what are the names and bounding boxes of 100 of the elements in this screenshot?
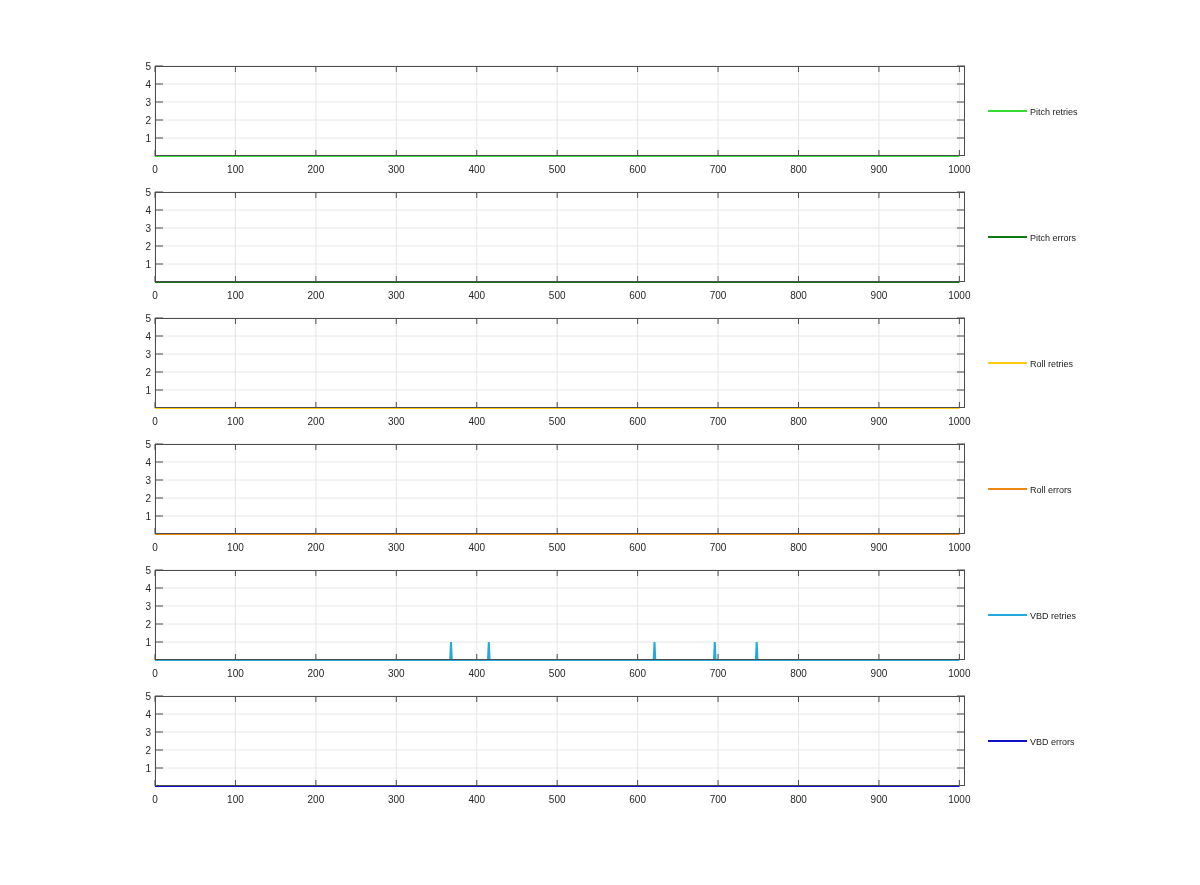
tick-label: 4 xyxy=(145,456,151,468)
tick-label: 3 xyxy=(145,348,151,360)
tick-label: 3 xyxy=(145,96,151,108)
tick-label: 600 xyxy=(629,416,646,427)
tick-label: 800 xyxy=(790,668,807,679)
tick-label: 5 xyxy=(145,690,151,702)
tick-label: 5 xyxy=(145,186,151,198)
tick-label: 700 xyxy=(709,290,727,301)
tick-label: 200 xyxy=(307,416,325,427)
tick-label: 800 xyxy=(790,416,807,427)
tick-label: 400 xyxy=(468,164,486,175)
tick-label: 900 xyxy=(870,668,888,679)
tick-label: 0 xyxy=(152,668,158,679)
tick-label: 4 xyxy=(145,582,151,594)
legend-line-icon xyxy=(987,236,1028,238)
tick-label: 0 xyxy=(152,164,158,175)
tick-label: 800 xyxy=(790,164,807,175)
legend-line-icon xyxy=(987,614,1028,616)
tick-label: 4 xyxy=(145,78,151,90)
tick-label: 900 xyxy=(870,542,888,553)
tick-label: 0 xyxy=(152,290,158,301)
tick-label: 0 xyxy=(152,416,158,427)
tick-label: 900 xyxy=(870,290,888,301)
tick-label: 2 xyxy=(145,744,151,756)
legend-label: Roll errors xyxy=(1030,484,1072,495)
legend-label: Pitch retries xyxy=(1030,106,1078,117)
tick-label: 5 xyxy=(145,312,151,324)
tick-label: 500 xyxy=(548,668,566,679)
tick-label: 1000 xyxy=(948,164,971,175)
tick-label: 700 xyxy=(709,668,727,679)
tick-label: 2 xyxy=(145,492,151,504)
tick-label: 5 xyxy=(145,60,151,72)
tick-label: 600 xyxy=(629,290,646,301)
tick-label: 400 xyxy=(468,542,486,553)
tick-label: 900 xyxy=(870,416,888,427)
legend-line-icon xyxy=(987,110,1028,112)
tick-label: 700 xyxy=(709,164,727,175)
tick-label: 600 xyxy=(629,542,646,553)
tick-label: 800 xyxy=(790,542,807,553)
tick-label: 300 xyxy=(387,416,405,427)
tick-label: 1 xyxy=(145,132,151,144)
legend-line-icon xyxy=(987,740,1028,742)
tick-label: 500 xyxy=(548,164,566,175)
legend-label: Roll retries xyxy=(1030,358,1073,369)
tick-label: 100 xyxy=(227,668,244,679)
tick-label: 1 xyxy=(145,762,151,774)
tick-label: 1000 xyxy=(948,794,971,805)
tick-label: 3 xyxy=(145,600,151,612)
tick-label: 700 xyxy=(709,416,727,427)
legend-line-icon xyxy=(987,488,1028,490)
tick-label: 300 xyxy=(387,290,405,301)
tick-label: 300 xyxy=(387,668,405,679)
tick-label: 4 xyxy=(145,330,151,342)
tick-label: 4 xyxy=(145,204,151,216)
tick-label: 3 xyxy=(145,726,151,738)
tick-label: 400 xyxy=(468,794,486,805)
legend-line-icon xyxy=(987,362,1028,364)
legend-label: Pitch errors xyxy=(1030,232,1076,243)
tick-label: 100 xyxy=(227,416,244,427)
tick-label: 500 xyxy=(548,416,566,427)
tick-label: 600 xyxy=(629,794,646,805)
tick-label: 2 xyxy=(145,618,151,630)
tick-label: 600 xyxy=(629,164,646,175)
tick-label: 400 xyxy=(468,416,486,427)
tick-label: 4 xyxy=(145,708,151,720)
tick-label: 200 xyxy=(307,794,325,805)
tick-label: 100 xyxy=(227,290,244,301)
tick-label: 1 xyxy=(145,636,151,648)
tick-label: 400 xyxy=(468,290,486,301)
tick-label: 100 xyxy=(227,164,244,175)
tick-label: 0 xyxy=(152,542,158,553)
tick-label: 1000 xyxy=(948,290,971,301)
tick-label: 200 xyxy=(307,164,325,175)
tick-label: 300 xyxy=(387,794,405,805)
tick-label: 500 xyxy=(548,290,566,301)
tick-label: 500 xyxy=(548,542,566,553)
tick-label: 3 xyxy=(145,474,151,486)
tick-label: 800 xyxy=(790,290,807,301)
tick-label: 2 xyxy=(145,366,151,378)
tick-label: 700 xyxy=(709,794,727,805)
tick-label: 2 xyxy=(145,240,151,252)
tick-label: 1000 xyxy=(948,668,971,679)
tick-label: 800 xyxy=(790,794,807,805)
tick-label: 500 xyxy=(548,794,566,805)
tick-label: 700 xyxy=(709,542,727,553)
tick-label: 200 xyxy=(307,542,325,553)
tick-label: 3 xyxy=(145,222,151,234)
tick-label: 400 xyxy=(468,668,486,679)
tick-label: 1 xyxy=(145,510,151,522)
tick-label: 1000 xyxy=(948,416,971,427)
tick-label: 300 xyxy=(387,164,405,175)
tick-label: 600 xyxy=(629,668,646,679)
tick-label: 100 xyxy=(227,794,244,805)
tick-label: 0 xyxy=(152,794,158,805)
tick-label: 300 xyxy=(387,542,405,553)
tick-label: 1 xyxy=(145,384,151,396)
tick-label: 100 xyxy=(227,542,244,553)
tick-label: 5 xyxy=(145,438,151,450)
tick-label: 900 xyxy=(870,164,888,175)
tick-label: 200 xyxy=(307,290,325,301)
